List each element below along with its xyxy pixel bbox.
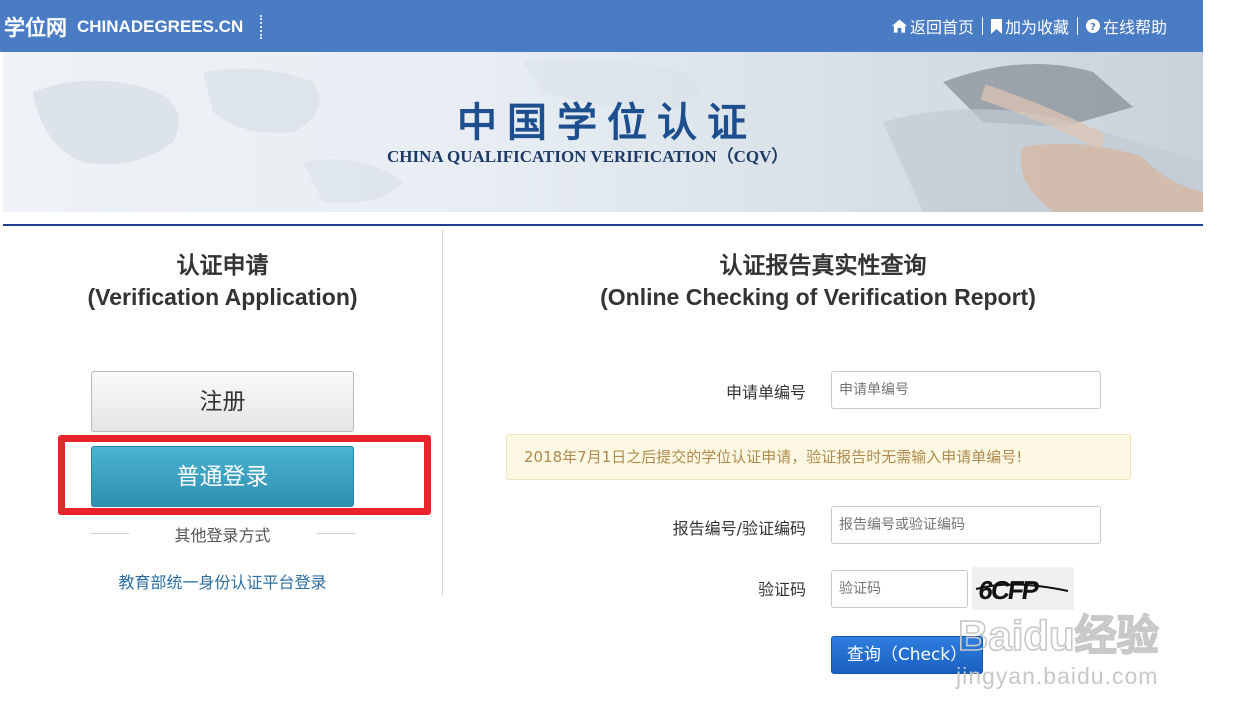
- report-check-subtitle: (Online Checking of Verification Report): [600, 284, 1036, 310]
- captcha-text: 6CFP: [977, 575, 1041, 605]
- nav-separator: [1076, 17, 1078, 35]
- cqv-banner: 中国学位认证 CHINA QUALIFICATION VERIFICATION（…: [3, 52, 1203, 212]
- bookmark-link[interactable]: 加为收藏: [990, 14, 1069, 38]
- home-icon: [891, 19, 907, 33]
- report-no-input[interactable]: [831, 506, 1101, 544]
- banner-title: 中国学位认证: [457, 99, 757, 146]
- logo-divider: [260, 15, 262, 39]
- banner-subtitle: CHINA QUALIFICATION VERIFICATION（CQV）: [387, 147, 789, 166]
- notice-alert: 2018年7月1日之后提交的学位认证申请，验证报告时无需输入申请单编号!: [506, 434, 1131, 480]
- home-link[interactable]: 返回首页: [891, 14, 974, 38]
- page-right-margin: [1203, 0, 1251, 721]
- captcha-label: 验证码: [757, 580, 806, 599]
- site-logo-cn[interactable]: 学位网: [4, 12, 67, 42]
- captcha-input[interactable]: [831, 570, 968, 608]
- home-link-label: 返回首页: [909, 18, 974, 37]
- verification-application-subtitle: (Verification Application): [87, 284, 358, 310]
- report-no-label: 报告编号/验证编码: [672, 519, 806, 538]
- baidu-watermark: Baidu经验: [957, 607, 1183, 666]
- baidu-watermark-text: Baidu经验: [958, 612, 1159, 659]
- bookmark-icon: [990, 18, 1002, 34]
- baidu-watermark-url: jingyan.baidu.com: [956, 663, 1159, 689]
- highlight-annotation-box: [58, 435, 431, 515]
- svg-text:?: ?: [1090, 22, 1096, 33]
- verification-application-title: 认证申请: [176, 253, 269, 279]
- nav-separator: [981, 17, 983, 35]
- help-link[interactable]: ? 在线帮助: [1085, 14, 1167, 38]
- bookmark-link-label: 加为收藏: [1004, 18, 1069, 37]
- help-icon: ?: [1085, 19, 1100, 33]
- top-navbar: 学位网 CHINADEGREES.CN 返回首页 加为收藏 ? 在线帮助: [0, 0, 1203, 52]
- application-no-input[interactable]: [831, 371, 1101, 409]
- application-no-label: 申请单编号: [725, 383, 806, 402]
- help-link-label: 在线帮助: [1102, 18, 1167, 37]
- report-check-title: 认证报告真实性查询: [719, 253, 927, 279]
- captcha-image[interactable]: 6CFP: [972, 567, 1074, 610]
- header-links: 返回首页 加为收藏 ? 在线帮助: [891, 14, 1167, 38]
- site-logo-en[interactable]: CHINADEGREES.CN: [77, 17, 243, 37]
